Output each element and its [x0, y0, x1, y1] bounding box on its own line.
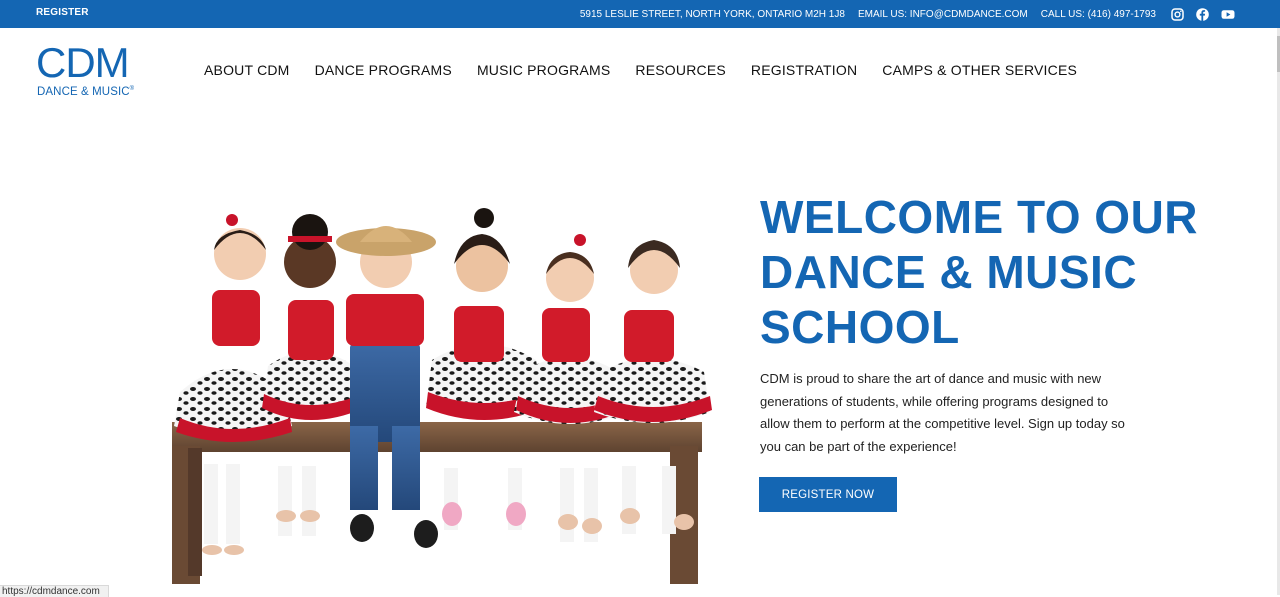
logo-wordmark: CDM: [36, 39, 130, 86]
headline-line-2: DANCE & MUSIC: [760, 246, 1138, 298]
top-register-link[interactable]: REGISTER: [36, 7, 89, 18]
intro-line-3: allow them to perform at the competitive…: [760, 416, 1125, 432]
nav-resources[interactable]: RESOURCES: [635, 62, 725, 78]
email-link[interactable]: EMAIL US: INFO@CDMDANCE.COM: [858, 9, 1028, 20]
child-2: [262, 214, 364, 536]
headline-line-1: WELCOME TO OUR: [760, 191, 1199, 243]
intro-line-4: you can be part of the experience!: [760, 439, 957, 455]
children-on-bench-illustration: [172, 208, 712, 584]
instagram-icon[interactable]: [1171, 7, 1184, 21]
logo-tagline: DANCE & MUSIC®: [37, 83, 134, 98]
address-text: 5915 LESLIE STREET, NORTH YORK, ONTARIO …: [579, 8, 845, 20]
intro-line-2: generations of students, while offering …: [760, 393, 1109, 409]
hero-intro: CDM is proud to share the art of dance a…: [760, 368, 1150, 459]
social-links: [1171, 7, 1235, 21]
cdm-logo[interactable]: CDM DANCE & MUSIC®: [36, 42, 146, 98]
nav-music-programs[interactable]: MUSIC PROGRAMS: [477, 62, 610, 78]
nav-dance-programs[interactable]: DANCE PROGRAMS: [315, 62, 452, 78]
youtube-icon[interactable]: [1221, 8, 1235, 21]
phone-link[interactable]: CALL US: (416) 497-1793: [1041, 9, 1156, 20]
site-header: CDM DANCE & MUSIC® ABOUT CDM DANCE PROGR…: [0, 28, 1277, 114]
headline-line-3: SCHOOL: [760, 301, 960, 353]
facebook-icon[interactable]: [1196, 7, 1209, 21]
browser-status-url: https://cdmdance.com: [0, 585, 109, 597]
nav-camps-other-services[interactable]: CAMPS & OTHER SERVICES: [882, 62, 1077, 78]
intro-line-1: CDM is proud to share the art of dance a…: [760, 371, 1102, 386]
logo-tagline-text: DANCE & MUSIC: [37, 85, 130, 98]
nav-about-cdm[interactable]: ABOUT CDM: [204, 62, 290, 78]
child-4: [426, 208, 544, 530]
child-3-boy: [336, 226, 438, 548]
main-nav: ABOUT CDM DANCE PROGRAMS MUSIC PROGRAMS …: [204, 62, 1102, 78]
top-bar: REGISTER 5915 LESLIE STREET, NORTH YORK,…: [0, 0, 1280, 28]
contact-info: 5915 LESLIE STREET, NORTH YORK, ONTARIO …: [579, 0, 1235, 28]
registered-mark: ®: [129, 86, 135, 92]
register-now-button[interactable]: REGISTER NOW: [759, 477, 897, 512]
hero-image: [92, 196, 804, 595]
nav-registration[interactable]: REGISTRATION: [751, 62, 857, 78]
hero-headline: WELCOME TO OUR DANCE & MUSIC SCHOOL: [760, 190, 1230, 355]
